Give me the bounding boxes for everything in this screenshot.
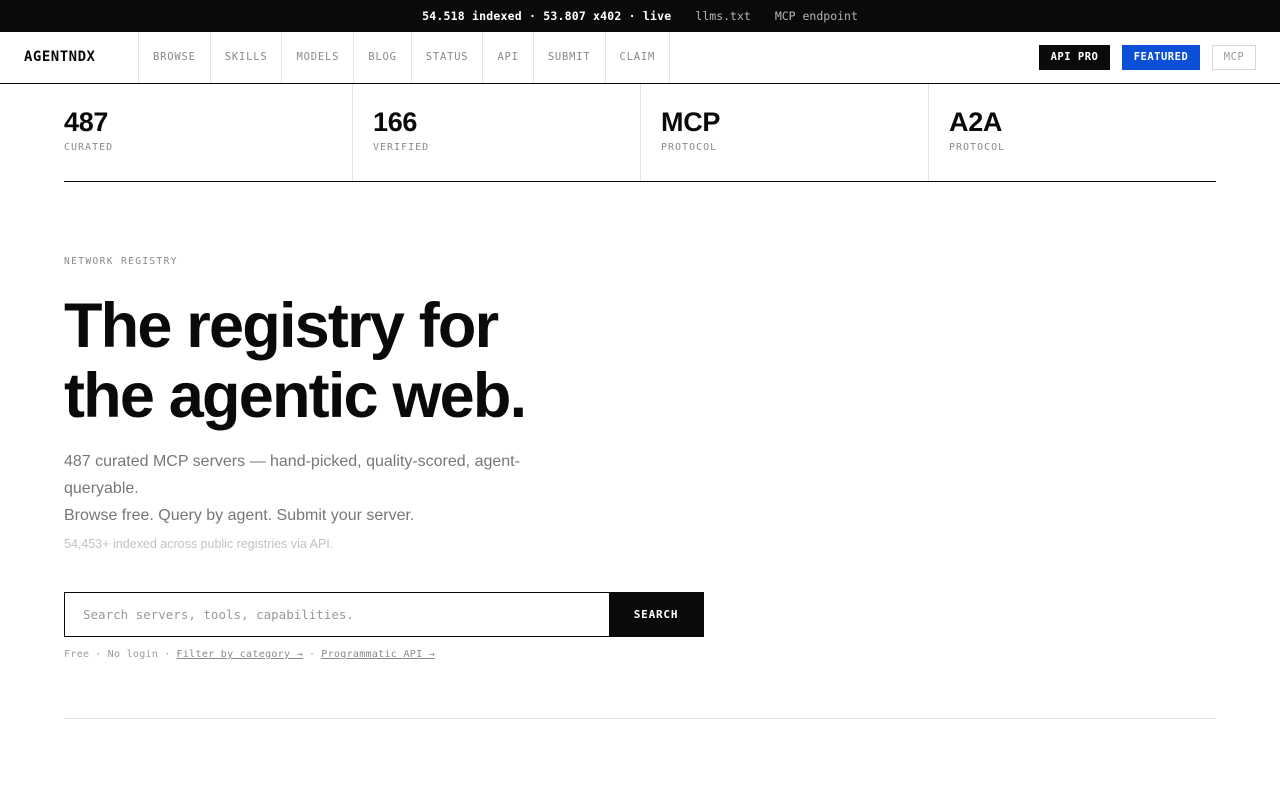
meta-no-login: No login [107,649,159,660]
nav-status[interactable]: STATUS [410,32,483,83]
programmatic-api-link[interactable]: Programmatic API → [321,649,435,660]
stat-verified: 166 VERIFIED [352,84,640,181]
indexed-note: 54,453+ indexed across public registries… [64,537,334,551]
hero-tagline: Browse free. Query by agent. Submit your… [64,507,415,524]
nav-models[interactable]: MODELS [281,32,353,83]
meta-free: Free [64,649,90,660]
mcp-button[interactable]: MCP [1212,45,1256,70]
main-nav: BROWSE SKILLS MODELS BLOG STATUS API SUB… [138,32,671,83]
stat-value: A2A [949,107,1003,137]
stat-mcp: MCP PROTOCOL [640,84,928,181]
site-header: AGENTNDX BROWSE SKILLS MODELS BLOG STATU… [0,32,1280,84]
hero-headline: The registry for the agentic web. [64,291,664,431]
stat-value: 487 [64,107,109,137]
nav-skills[interactable]: SKILLS [209,32,282,83]
nav-blog[interactable]: BLOG [353,32,411,83]
section-divider [64,718,1216,719]
stat-label: VERIFIED [373,142,430,153]
nav-api[interactable]: API [482,32,532,83]
hero-eyebrow: NETWORK REGISTRY [64,256,178,267]
meta-separator: · [308,649,316,660]
meta-separator: · [164,649,171,660]
site-logo[interactable]: AGENTNDX [24,32,95,83]
stat-label: PROTOCOL [661,142,718,153]
stat-value: MCP [661,107,721,137]
headline-line-1: The registry for [64,291,499,361]
hero-description: 487 curated MCP servers — hand-picked, q… [64,448,554,529]
nav-browse[interactable]: BROWSE [138,32,210,83]
stat-label: CURATED [64,142,114,153]
api-pro-button[interactable]: API PRO [1039,45,1110,70]
search-form: SEARCH [64,592,704,637]
stat-value: 166 [373,107,418,137]
stat-a2a: A2A PROTOCOL [928,84,1216,181]
stat-label: PROTOCOL [949,142,1006,153]
meta-separator: · [95,649,102,660]
filter-category-link[interactable]: Filter by category → [177,649,303,660]
hero-description-text: 487 curated MCP servers — hand-picked, q… [64,453,520,497]
search-button[interactable]: SEARCH [609,593,703,636]
headline-line-2: the agentic web. [64,361,527,431]
stat-curated: 487 CURATED [64,84,352,181]
index-stats: 54.518 indexed · 53.807 x402 · live [422,9,672,23]
mcp-endpoint-link[interactable]: MCP endpoint [775,9,858,23]
featured-button[interactable]: FEATURED [1122,45,1200,70]
top-status-bar: 54.518 indexed · 53.807 x402 · live llms… [0,0,1280,32]
nav-submit[interactable]: SUBMIT [532,32,605,83]
llms-txt-link[interactable]: llms.txt [695,9,750,23]
search-input[interactable] [65,593,609,636]
stats-row: 487 CURATED 166 VERIFIED MCP PROTOCOL A2… [64,84,1216,182]
search-meta: Free · No login · Filter by category → · Progr… [64,649,435,660]
nav-claim[interactable]: CLAIM [604,32,671,83]
